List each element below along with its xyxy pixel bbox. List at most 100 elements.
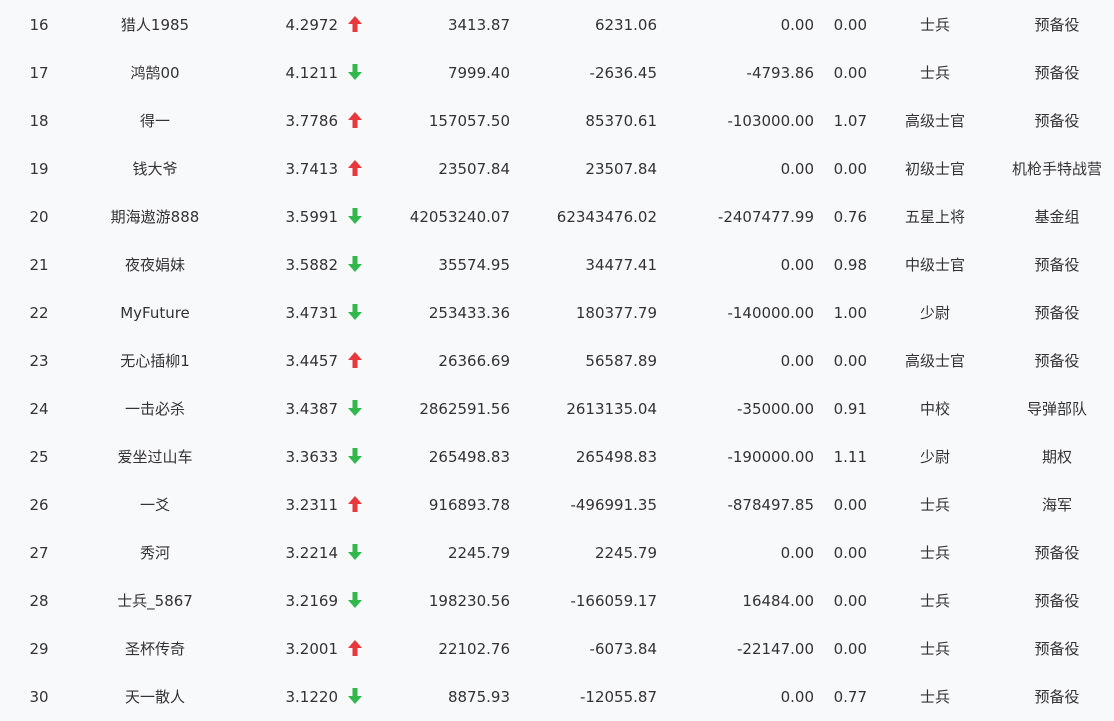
table-row[interactable]: 29 圣杯传奇 3.2001 22102.76 -6073.84 -22147.00 0.0… <box>0 625 1114 673</box>
value-1-cell: 22102.76 <box>438 640 510 658</box>
value-2-cell: -166059.17 <box>570 592 657 610</box>
score-cell: 3.5991 <box>285 208 339 226</box>
username-cell: 一击必杀 <box>124 400 185 418</box>
table-row[interactable]: 16 猎人1985 4.2972 3413.87 6231.06 0.00 0.00 士兵 预备… <box>0 1 1114 49</box>
arrow-up-icon <box>345 145 365 193</box>
arrow-up-icon <box>345 481 365 529</box>
rank-cell: 19 <box>29 160 49 178</box>
username-cell: 猎人1985 <box>120 16 190 34</box>
score-cell: 3.4387 <box>285 400 339 418</box>
rank-cell: 29 <box>29 640 49 658</box>
value-3-cell: 0.00 <box>780 160 814 178</box>
username-cell: 秀河 <box>139 544 170 562</box>
value-3-cell: -35000.00 <box>737 400 814 418</box>
rank-title-cell: 士兵 <box>919 592 950 610</box>
table-row[interactable]: 21 夜夜娟妹 3.5882 35574.95 34477.41 0.00 0.98 中级士官… <box>0 241 1114 289</box>
group-cell: 基金组 <box>1034 208 1080 226</box>
value-2-cell: -496991.35 <box>570 496 657 514</box>
arrow-up-icon <box>345 97 365 145</box>
value-2-cell: 34477.41 <box>585 256 657 274</box>
arrow-down-icon <box>345 673 365 721</box>
rank-cell: 24 <box>29 400 49 418</box>
group-cell: 预备役 <box>1034 16 1080 34</box>
value-4-cell: 0.00 <box>833 640 867 658</box>
table-row[interactable]: 17 鸿鹄00 4.1211 7999.40 -2636.45 -4793.86 0.00 士… <box>0 49 1114 97</box>
arrow-down-icon <box>345 49 365 97</box>
value-4-cell: 0.00 <box>833 16 867 34</box>
value-4-cell: 0.77 <box>833 688 867 706</box>
rank-cell: 20 <box>29 208 49 226</box>
arrow-down-icon <box>345 193 365 241</box>
value-3-cell: -2407477.99 <box>717 208 814 226</box>
score-cell: 3.2311 <box>285 496 339 514</box>
value-3-cell: 0.00 <box>780 256 814 274</box>
arrow-up-icon <box>345 625 365 673</box>
rank-cell: 30 <box>29 688 49 706</box>
rank-cell: 26 <box>29 496 49 514</box>
value-3-cell: -4793.86 <box>746 64 814 82</box>
table-row[interactable]: 25 爱坐过山车 3.3633 265498.83 265498.83 -190000.0… <box>0 433 1114 481</box>
rank-title-cell: 士兵 <box>919 496 950 514</box>
value-4-cell: 0.00 <box>833 64 867 82</box>
arrow-down-icon <box>345 289 365 337</box>
username-cell: 圣杯传奇 <box>124 640 185 658</box>
table-row[interactable]: 18 得一 3.7786 157057.50 85370.61 -103000.00 1.0… <box>0 97 1114 145</box>
rank-cell: 28 <box>29 592 49 610</box>
rank-title-cell: 高级士官 <box>904 112 965 130</box>
value-4-cell: 0.00 <box>833 544 867 562</box>
arrow-up-icon <box>345 337 365 385</box>
username-cell: 士兵_5867 <box>117 592 193 610</box>
value-3-cell: -22147.00 <box>737 640 814 658</box>
score-cell: 3.1220 <box>285 688 339 706</box>
table-row[interactable]: 26 一爻 3.2311 916893.78 -496991.35 -878497.85 0… <box>0 481 1114 529</box>
value-3-cell: 16484.00 <box>742 592 814 610</box>
value-2-cell: -12055.87 <box>580 688 657 706</box>
table-row[interactable]: 24 一击必杀 3.4387 2862591.56 2613135.04 -35000.0… <box>0 385 1114 433</box>
value-2-cell: 62343476.02 <box>556 208 657 226</box>
table-row[interactable]: 27 秀河 3.2214 2245.79 2245.79 0.00 0.00 士兵 预备役 <box>0 529 1114 577</box>
username-cell: 爱坐过山车 <box>117 448 193 466</box>
group-cell: 预备役 <box>1034 304 1080 322</box>
username-cell: 钱大爷 <box>132 160 178 178</box>
value-2-cell: -2636.45 <box>589 64 657 82</box>
table-row[interactable]: 20 期海遨游888 3.5991 42053240.07 62343476.02 -24… <box>0 193 1114 241</box>
value-1-cell: 198230.56 <box>428 592 510 610</box>
value-4-cell: 1.00 <box>833 304 867 322</box>
score-cell: 3.2169 <box>285 592 339 610</box>
table-row[interactable]: 30 天一散人 3.1220 8875.93 -12055.87 0.00 0.77 士兵 预备… <box>0 673 1114 721</box>
value-1-cell: 253433.36 <box>428 304 510 322</box>
rank-cell: 17 <box>29 64 49 82</box>
group-cell: 预备役 <box>1034 592 1080 610</box>
value-2-cell: 85370.61 <box>585 112 657 130</box>
group-cell: 导弹部队 <box>1026 400 1087 418</box>
username-cell: 得一 <box>139 112 170 130</box>
value-1-cell: 23507.84 <box>438 160 510 178</box>
table-row[interactable]: 22 MyFuture 3.4731 253433.36 180377.79 -14000… <box>0 289 1114 337</box>
value-2-cell: 56587.89 <box>585 352 657 370</box>
value-1-cell: 8875.93 <box>447 688 510 706</box>
username-cell: 天一散人 <box>124 688 185 706</box>
value-4-cell: 1.07 <box>833 112 867 130</box>
username-cell: 无心插柳1 <box>120 352 190 370</box>
username-cell: 鸿鹄00 <box>130 64 180 82</box>
value-4-cell: 0.00 <box>833 160 867 178</box>
group-cell: 预备役 <box>1034 112 1080 130</box>
rank-cell: 21 <box>29 256 49 274</box>
value-2-cell: 265498.83 <box>575 448 657 466</box>
value-4-cell: 0.98 <box>833 256 867 274</box>
table-row[interactable]: 23 无心插柳1 3.4457 26366.69 56587.89 0.00 0.00 高级士… <box>0 337 1114 385</box>
score-cell: 4.2972 <box>285 16 339 34</box>
value-3-cell: 0.00 <box>780 16 814 34</box>
rank-title-cell: 高级士官 <box>904 352 965 370</box>
arrow-down-icon <box>345 529 365 577</box>
table-row[interactable]: 28 士兵_5867 3.2169 198230.56 -166059.17 16484.… <box>0 577 1114 625</box>
score-cell: 3.4457 <box>285 352 339 370</box>
arrow-down-icon <box>345 433 365 481</box>
table-row[interactable]: 19 钱大爷 3.7413 23507.84 23507.84 0.00 0.00 初级士官 机… <box>0 145 1114 193</box>
rank-cell: 25 <box>29 448 49 466</box>
username-cell: 期海遨游888 <box>110 208 200 226</box>
group-cell: 预备役 <box>1034 352 1080 370</box>
rank-cell: 22 <box>29 304 49 322</box>
value-2-cell: 2245.79 <box>594 544 657 562</box>
score-cell: 3.5882 <box>285 256 339 274</box>
